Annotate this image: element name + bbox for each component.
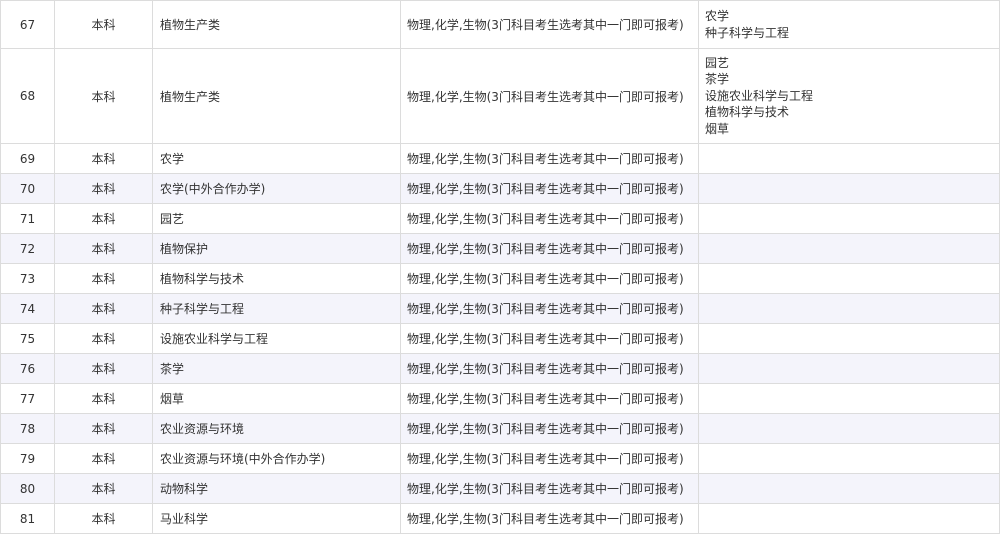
included-majors: [698, 473, 1000, 504]
subject-requirement: 物理,化学,生物(3门科目考生选考其中一门即可报考): [400, 383, 699, 414]
subject-requirement: 物理,化学,生物(3门科目考生选考其中一门即可报考): [400, 323, 699, 354]
major-name: 设施农业科学与工程: [152, 323, 401, 354]
major-name: 植物生产类: [152, 0, 401, 49]
included-majors: [698, 293, 1000, 324]
row-number: 70: [0, 173, 55, 204]
table-row: 68 本科 植物生产类 物理,化学,生物(3门科目考生选考其中一门即可报考) 园…: [0, 48, 1000, 144]
education-level: 本科: [54, 413, 153, 444]
row-number: 68: [0, 48, 55, 144]
table-row: 79 本科 农业资源与环境(中外合作办学) 物理,化学,生物(3门科目考生选考其…: [0, 443, 1000, 474]
row-number: 79: [0, 443, 55, 474]
education-level: 本科: [54, 48, 153, 144]
major-name: 农学(中外合作办学): [152, 173, 401, 204]
major-name: 动物科学: [152, 473, 401, 504]
table-row: 70 本科 农学(中外合作办学) 物理,化学,生物(3门科目考生选考其中一门即可…: [0, 173, 1000, 204]
subject-requirement: 物理,化学,生物(3门科目考生选考其中一门即可报考): [400, 143, 699, 174]
subject-requirement: 物理,化学,生物(3门科目考生选考其中一门即可报考): [400, 473, 699, 504]
row-number: 78: [0, 413, 55, 444]
included-major: 农学: [705, 9, 730, 23]
major-name: 植物科学与技术: [152, 263, 401, 294]
row-number: 76: [0, 353, 55, 384]
table-row: 67 本科 植物生产类 物理,化学,生物(3门科目考生选考其中一门即可报考) 农…: [0, 0, 1000, 49]
education-level: 本科: [54, 0, 153, 49]
included-majors: 农学 种子科学与工程: [698, 0, 1000, 49]
table-row: 80 本科 动物科学 物理,化学,生物(3门科目考生选考其中一门即可报考): [0, 473, 1000, 504]
major-name: 植物生产类: [152, 48, 401, 144]
row-number: 73: [0, 263, 55, 294]
major-name: 农学: [152, 143, 401, 174]
included-majors: [698, 233, 1000, 264]
table-row: 81 本科 马业科学 物理,化学,生物(3门科目考生选考其中一门即可报考): [0, 503, 1000, 534]
included-major: 烟草: [705, 121, 730, 136]
table-row: 72 本科 植物保护 物理,化学,生物(3门科目考生选考其中一门即可报考): [0, 233, 1000, 264]
major-name: 茶学: [152, 353, 401, 384]
education-level: 本科: [54, 443, 153, 474]
subject-requirement: 物理,化学,生物(3门科目考生选考其中一门即可报考): [400, 353, 699, 384]
included-majors: [698, 383, 1000, 414]
row-number: 71: [0, 203, 55, 234]
major-name: 种子科学与工程: [152, 293, 401, 324]
included-majors: [698, 203, 1000, 234]
included-major: 茶学: [705, 72, 730, 87]
education-level: 本科: [54, 323, 153, 354]
subject-requirement: 物理,化学,生物(3门科目考生选考其中一门即可报考): [400, 233, 699, 264]
major-name: 农业资源与环境: [152, 413, 401, 444]
included-major: 设施农业科学与工程: [705, 88, 814, 103]
subject-requirement: 物理,化学,生物(3门科目考生选考其中一门即可报考): [400, 413, 699, 444]
major-name: 农业资源与环境(中外合作办学): [152, 443, 401, 474]
included-majors: [698, 173, 1000, 204]
subject-requirement: 物理,化学,生物(3门科目考生选考其中一门即可报考): [400, 503, 699, 534]
row-number: 80: [0, 473, 55, 504]
table-row: 76 本科 茶学 物理,化学,生物(3门科目考生选考其中一门即可报考): [0, 353, 1000, 384]
table-row: 77 本科 烟草 物理,化学,生物(3门科目考生选考其中一门即可报考): [0, 383, 1000, 414]
row-number: 69: [0, 143, 55, 174]
row-number: 74: [0, 293, 55, 324]
education-level: 本科: [54, 503, 153, 534]
included-majors: [698, 353, 1000, 384]
row-number: 67: [0, 0, 55, 49]
education-level: 本科: [54, 263, 153, 294]
table-row: 69 本科 农学 物理,化学,生物(3门科目考生选考其中一门即可报考): [0, 143, 1000, 174]
included-majors: [698, 323, 1000, 354]
included-majors: [698, 413, 1000, 444]
major-name: 烟草: [152, 383, 401, 414]
major-name: 植物保护: [152, 233, 401, 264]
education-level: 本科: [54, 173, 153, 204]
subject-requirement: 物理,化学,生物(3门科目考生选考其中一门即可报考): [400, 443, 699, 474]
row-number: 75: [0, 323, 55, 354]
education-level: 本科: [54, 143, 153, 174]
education-level: 本科: [54, 383, 153, 414]
major-requirements-table: 67 本科 植物生产类 物理,化学,生物(3门科目考生选考其中一门即可报考) 农…: [0, 0, 1000, 534]
table-row: 73 本科 植物科学与技术 物理,化学,生物(3门科目考生选考其中一门即可报考): [0, 263, 1000, 294]
subject-requirement: 物理,化学,生物(3门科目考生选考其中一门即可报考): [400, 48, 699, 144]
education-level: 本科: [54, 353, 153, 384]
included-major: 园艺: [705, 55, 730, 70]
included-majors: [698, 263, 1000, 294]
table-row: 78 本科 农业资源与环境 物理,化学,生物(3门科目考生选考其中一门即可报考): [0, 413, 1000, 444]
row-number: 72: [0, 233, 55, 264]
subject-requirement: 物理,化学,生物(3门科目考生选考其中一门即可报考): [400, 203, 699, 234]
included-majors: [698, 143, 1000, 174]
subject-requirement: 物理,化学,生物(3门科目考生选考其中一门即可报考): [400, 0, 699, 49]
subject-requirement: 物理,化学,生物(3门科目考生选考其中一门即可报考): [400, 173, 699, 204]
included-majors: [698, 503, 1000, 534]
major-name: 园艺: [152, 203, 401, 234]
row-number: 77: [0, 383, 55, 414]
included-majors: [698, 443, 1000, 474]
subject-requirement: 物理,化学,生物(3门科目考生选考其中一门即可报考): [400, 263, 699, 294]
included-major: 植物科学与技术: [705, 105, 790, 120]
included-major: 种子科学与工程: [705, 25, 790, 40]
table-row: 75 本科 设施农业科学与工程 物理,化学,生物(3门科目考生选考其中一门即可报…: [0, 323, 1000, 354]
included-majors: 园艺 茶学 设施农业科学与工程 植物科学与技术 烟草: [698, 48, 1000, 144]
table-row: 74 本科 种子科学与工程 物理,化学,生物(3门科目考生选考其中一门即可报考): [0, 293, 1000, 324]
education-level: 本科: [54, 473, 153, 504]
education-level: 本科: [54, 203, 153, 234]
row-number: 81: [0, 503, 55, 534]
table-row: 71 本科 园艺 物理,化学,生物(3门科目考生选考其中一门即可报考): [0, 203, 1000, 234]
education-level: 本科: [54, 293, 153, 324]
major-name: 马业科学: [152, 503, 401, 534]
subject-requirement: 物理,化学,生物(3门科目考生选考其中一门即可报考): [400, 293, 699, 324]
education-level: 本科: [54, 233, 153, 264]
